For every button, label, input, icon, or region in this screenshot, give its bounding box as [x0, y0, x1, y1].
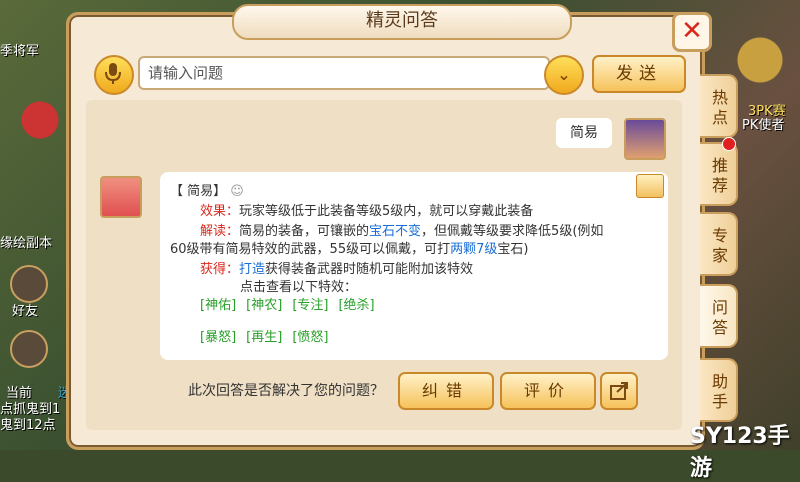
send-button[interactable]: 发送 — [592, 55, 686, 93]
tab-hot[interactable]: 热点 — [700, 74, 738, 138]
tag-zhuanzhu[interactable]: [专注] — [292, 298, 328, 313]
tab-recommend[interactable]: 推荐 — [700, 142, 738, 206]
tag-shenyou[interactable]: [神佑] — [200, 298, 236, 313]
explain-text: ，但佩戴等级要求降低5级(例如 — [421, 224, 604, 239]
effect-line: 效果：玩家等级低于此装备等级5级内，就可以穿戴此装备 — [200, 200, 533, 219]
explain-line-2: 60级带有简易特效的武器，55级可以佩戴，可打两颗7级宝石) — [170, 238, 528, 257]
tab-assistant[interactable]: 助手 — [700, 358, 738, 422]
bg-label: 好友 — [12, 304, 39, 319]
two-level7-link[interactable]: 两颗7级 — [450, 242, 497, 257]
tag-jueshui[interactable]: [绝杀] — [338, 298, 374, 313]
effect-text: 玩家等级低于此装备等级5级内，就可以穿戴此装备 — [239, 204, 534, 219]
answer-heading-text: 【 简易】 — [170, 184, 227, 199]
chevron-down-icon: ⌄ — [557, 65, 571, 84]
close-button[interactable]: ✕ — [672, 12, 712, 52]
history-dropdown-button[interactable]: ⌄ — [544, 55, 584, 95]
close-icon: ✕ — [681, 16, 703, 46]
sprite-face-icon: ☺ — [230, 184, 244, 199]
obtain-label: 获得： — [200, 262, 240, 277]
bg-label: 季将军 — [0, 44, 40, 59]
obtain-text: 获得装备武器时随机可能附加该特效 — [265, 262, 474, 277]
rate-button[interactable]: 评价 — [500, 372, 596, 410]
microphone-icon — [105, 63, 121, 84]
search-input[interactable] — [138, 56, 550, 90]
answer-heading: 【 简易】 ☺ — [170, 180, 244, 199]
bg-label: PK使者 — [742, 118, 785, 133]
explain-text: 宝石) — [497, 242, 529, 257]
correct-button[interactable]: 纠错 — [398, 372, 494, 410]
tag-shennong[interactable]: [神农] — [246, 298, 282, 313]
share-button[interactable] — [600, 372, 638, 410]
watermark: SY123手游 — [690, 424, 790, 481]
effect-tags-row2: [暴怒] [再生] [愤怒] — [200, 326, 338, 345]
chat-icon[interactable] — [10, 330, 48, 368]
user-message-bubble: 简易 — [556, 118, 612, 148]
notification-dot — [722, 137, 736, 151]
gem-unchanged-link[interactable]: 宝石不变 — [369, 224, 421, 239]
effect-tags-row1: [神佑] [神农] [专注] [绝杀] — [200, 294, 385, 313]
explain-label: 解读： — [200, 224, 240, 239]
obtain-line: 获得：打造获得装备武器时随机可能附加该特效 — [200, 258, 473, 277]
tag-zaisheng[interactable]: [再生] — [246, 330, 282, 345]
click-hint: 点击查看以下特效： — [240, 280, 358, 295]
effect-label: 效果： — [200, 204, 240, 219]
explain-text: 简易的装备，可镶嵌的 — [239, 224, 370, 239]
share-icon — [610, 382, 628, 400]
book-icon[interactable] — [636, 174, 664, 198]
tab-expert[interactable]: 专家 — [700, 212, 738, 276]
explain-line-1: 解读：简易的装备，可镶嵌的宝石不变，但佩戴等级要求降低5级(例如 — [200, 220, 603, 239]
forge-link[interactable]: 打造 — [239, 262, 265, 277]
bg-label: 鬼到12点 — [0, 418, 56, 433]
friends-icon[interactable] — [10, 265, 48, 303]
tab-qa[interactable]: 问答 — [700, 284, 738, 348]
sprite-avatar — [100, 176, 142, 218]
answer-bubble: 【 简易】 ☺ 效果：玩家等级低于此装备等级5级内，就可以穿戴此装备 解读：简易… — [160, 172, 668, 360]
bg-label: 缘绘副本 — [0, 236, 53, 251]
voice-input-button[interactable] — [94, 55, 134, 95]
explain-text: 60级带有简易特效的武器，55级可以佩戴，可打 — [170, 242, 451, 257]
user-avatar — [624, 118, 666, 160]
tag-fennu[interactable]: [愤怒] — [292, 330, 328, 345]
feedback-question: 此次回答是否解决了您的问题？ — [188, 383, 384, 399]
page-title: 精灵问答 — [232, 4, 572, 40]
tag-baonu[interactable]: [暴怒] — [200, 330, 236, 345]
